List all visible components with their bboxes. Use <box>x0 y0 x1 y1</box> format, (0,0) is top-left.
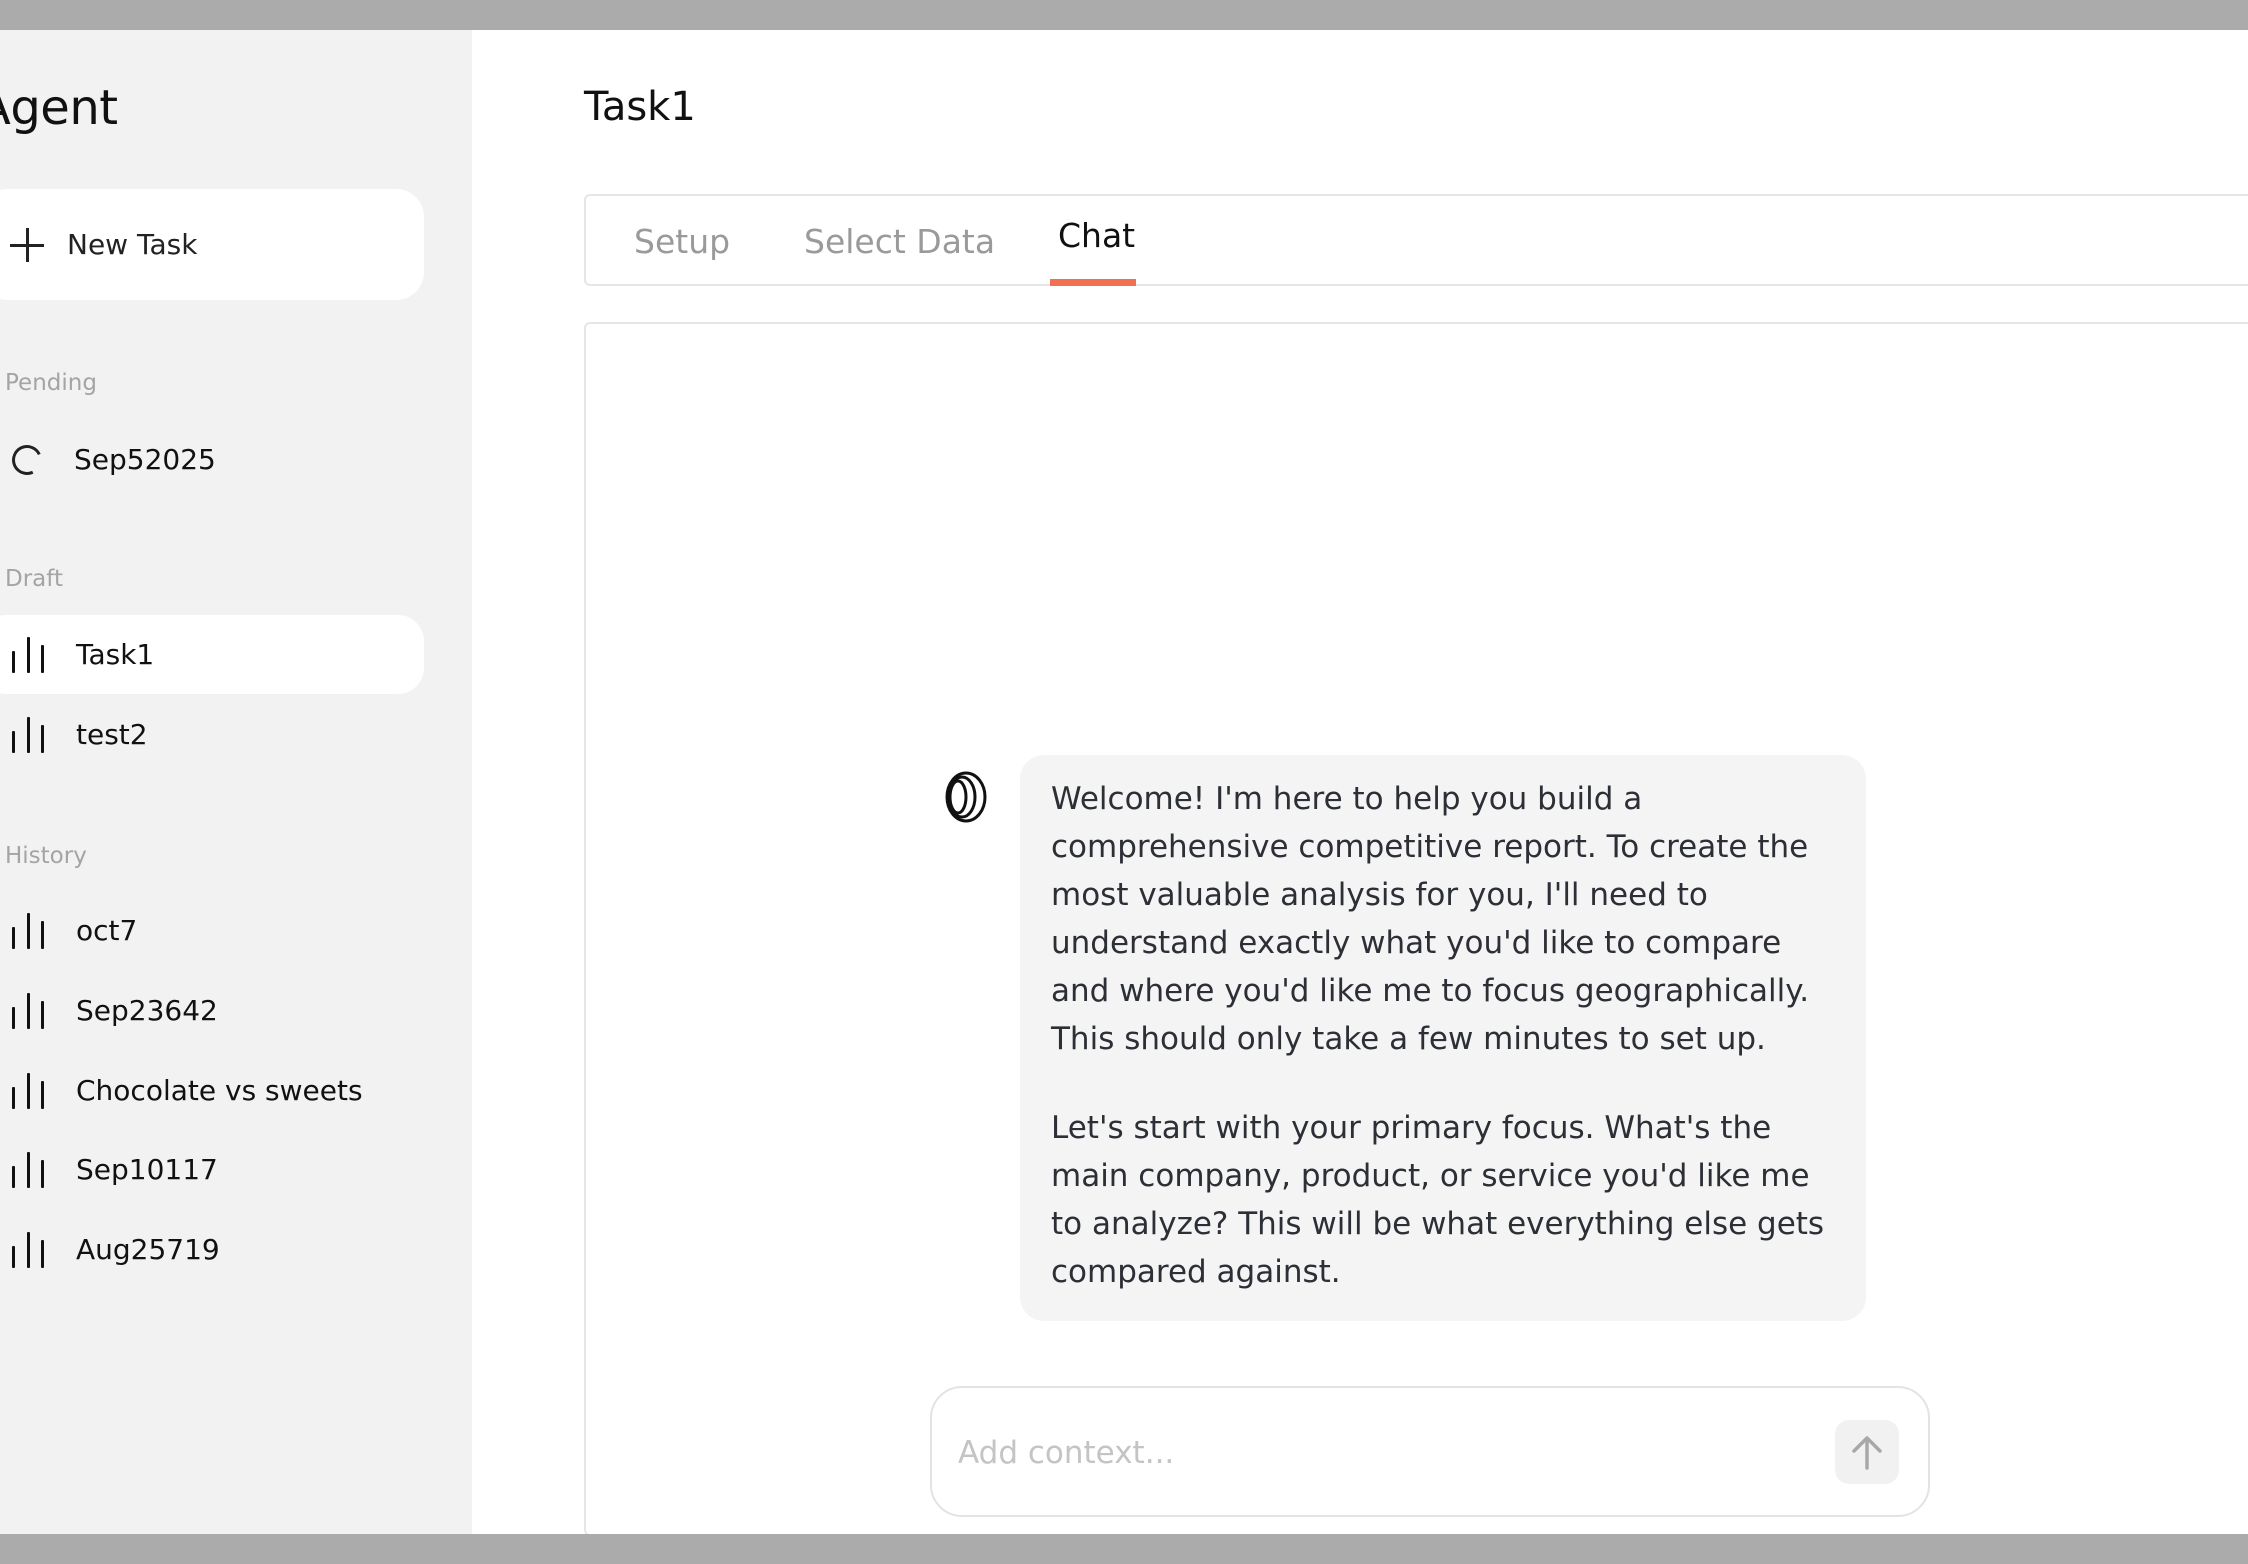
context-input[interactable] <box>956 1426 1780 1480</box>
sidebar-item-label: Sep52025 <box>74 443 216 476</box>
section-label-pending: Pending <box>5 370 97 396</box>
tab-setup[interactable]: Setup <box>634 196 730 286</box>
sidebar-scroll-clip <box>0 1270 472 1534</box>
sidebar-item-label: Sep23642 <box>76 994 218 1027</box>
sidebar: Agent New Task Pending Sep52025 Draft Ta… <box>0 30 472 1534</box>
sidebar-item-task1[interactable]: Task1 <box>0 615 424 694</box>
app-window: Agent New Task Pending Sep52025 Draft Ta… <box>0 30 2248 1534</box>
page-title: Task1 <box>584 84 696 130</box>
bar-chart-icon <box>12 912 44 949</box>
bar-chart-icon <box>12 992 44 1029</box>
bar-chart-icon <box>12 1231 44 1268</box>
assistant-avatar-icon <box>945 771 987 823</box>
tab-bar: Setup Select Data Chat <box>584 194 2248 286</box>
section-label-draft: Draft <box>5 566 63 592</box>
sidebar-item-oct7[interactable]: oct7 <box>0 891 424 970</box>
sidebar-item-sep23642[interactable]: Sep23642 <box>0 971 424 1050</box>
section-label-history: History <box>5 843 87 869</box>
bar-chart-icon <box>12 716 44 753</box>
sidebar-item-sep10117[interactable]: Sep10117 <box>0 1130 424 1209</box>
sidebar-item-test2[interactable]: test2 <box>0 695 424 774</box>
sidebar-item-label: test2 <box>76 718 148 751</box>
send-button[interactable] <box>1835 1420 1899 1484</box>
assistant-message-bubble: Welcome! I'm here to help you build a co… <box>1020 755 1866 1321</box>
tab-chat[interactable]: Chat <box>1058 190 1135 280</box>
bar-chart-icon <box>12 636 44 673</box>
tab-select-data[interactable]: Select Data <box>804 196 995 286</box>
bar-chart-icon <box>12 1072 44 1109</box>
arrow-up-icon <box>1852 1436 1882 1470</box>
sidebar-item-label: Sep10117 <box>76 1153 218 1186</box>
sidebar-item-chocolate-vs-sweets[interactable]: Chocolate vs sweets <box>0 1051 424 1130</box>
message-paragraph: Let's start with your primary focus. Wha… <box>1051 1110 1825 1290</box>
spinner-icon <box>7 440 47 479</box>
sidebar-item-label: Aug25719 <box>76 1233 220 1266</box>
active-tab-indicator <box>1050 279 1136 286</box>
sidebar-item-label: Chocolate vs sweets <box>76 1074 363 1107</box>
sidebar-item-label: oct7 <box>76 914 138 947</box>
plus-icon <box>10 227 44 262</box>
bar-chart-icon <box>12 1151 44 1188</box>
new-task-label: New Task <box>67 228 198 261</box>
app-brand: Agent <box>0 80 118 136</box>
chat-composer <box>930 1386 1930 1517</box>
message-paragraph: Welcome! I'm here to help you build a co… <box>1051 781 1810 1057</box>
sidebar-item-sep52025[interactable]: Sep52025 <box>0 420 424 499</box>
sidebar-item-label: Task1 <box>76 638 155 671</box>
new-task-button[interactable]: New Task <box>0 189 424 300</box>
